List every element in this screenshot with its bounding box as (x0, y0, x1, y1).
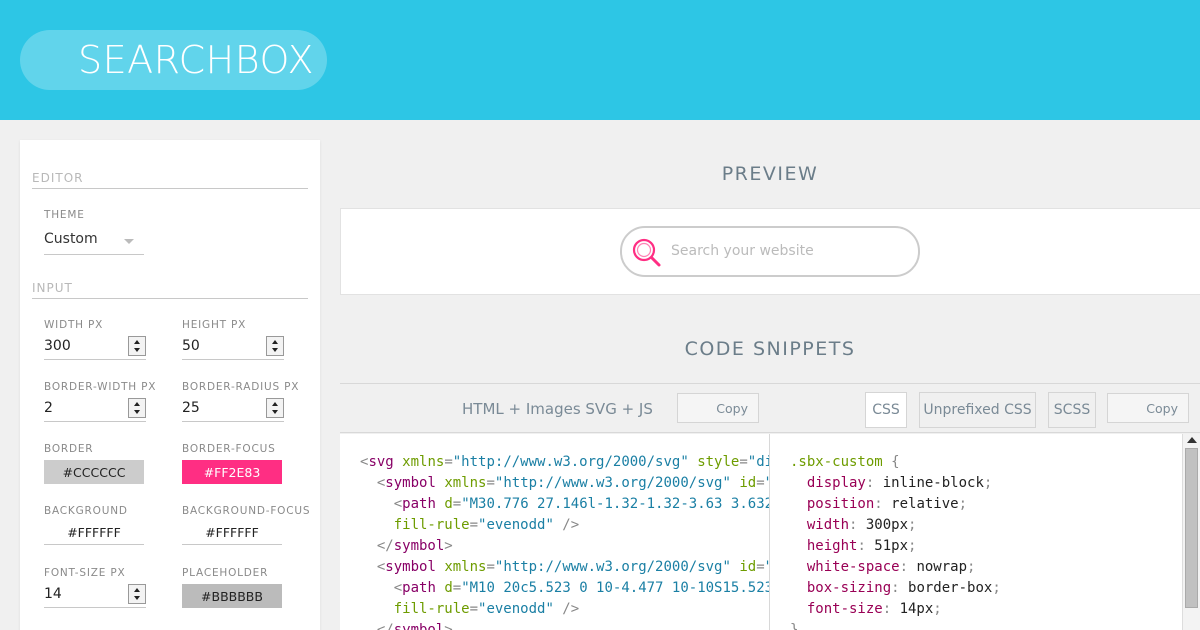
arrow-down-icon (134, 348, 140, 352)
code-line: white-space: nowrap; (806, 559, 976, 575)
code-line: <path d="M10 20c5.523 0 10-4.477 10-10S1… (393, 580, 770, 596)
border-width-label: BORDER-WIDTH PX (44, 381, 157, 393)
copy-css-button[interactable]: Copy (1107, 393, 1189, 423)
search-placeholder: Search your website (671, 243, 814, 259)
code-line: box-sizing: border-box; (806, 580, 1001, 596)
theme-select-value: Custom (44, 231, 98, 247)
placeholder-label: PLACEHOLDER (182, 567, 269, 579)
theme-select[interactable]: Custom (44, 231, 144, 255)
code-line: width: 300px; (806, 517, 917, 533)
input-section-title: INPUT (32, 281, 308, 299)
font-size-stepper[interactable] (128, 584, 146, 604)
border-radius-label: BORDER-RADIUS PX (182, 381, 300, 393)
height-label: HEIGHT PX (182, 319, 247, 331)
font-size-input[interactable]: 14 (44, 584, 146, 608)
border-color-swatch[interactable]: #CCCCCC (44, 460, 144, 484)
border-radius-stepper[interactable] (266, 398, 284, 418)
arrow-up-icon (272, 340, 278, 344)
arrow-up-icon (272, 402, 278, 406)
code-line: position: relative; (806, 496, 968, 512)
background-focus-label: BACKGROUND-FOCUS (182, 505, 311, 517)
code-line: fill-rule="evenodd" /> (393, 517, 580, 533)
arrow-down-icon (272, 348, 278, 352)
code-line: <symbol xmlns="http://www.w3.org/2000/sv… (376, 475, 769, 491)
border-width-value: 2 (44, 400, 53, 416)
arrow-down-icon (134, 596, 140, 600)
arrow-up-icon (134, 340, 140, 344)
border-focus-color-swatch[interactable]: #FF2E83 (182, 460, 282, 484)
arrow-up-icon (134, 588, 140, 592)
border-width-input[interactable]: 2 (44, 398, 146, 422)
background-label: BACKGROUND (44, 505, 128, 517)
arrow-up-icon (134, 402, 140, 406)
css-code-scrollbar[interactable] (1182, 434, 1200, 630)
height-value: 50 (182, 338, 200, 354)
preview-title: PREVIEW (721, 163, 819, 185)
background-color-field[interactable]: #FFFFFF (44, 521, 144, 545)
app-logo: SEARCHBOX (78, 38, 314, 82)
tab-unprefixed-css[interactable]: Unprefixed CSS (919, 392, 1036, 428)
height-input[interactable]: 50 (182, 336, 284, 360)
code-line: } (790, 622, 799, 630)
scrollbar-thumb[interactable] (1185, 448, 1198, 608)
code-line: fill-rule="evenodd" /> (393, 601, 580, 617)
border-focus-label: BORDER-FOCUS (182, 443, 276, 455)
code-line: .sbx-custom { (790, 454, 900, 470)
theme-label: THEME (44, 209, 85, 221)
arrow-down-icon (134, 410, 140, 414)
code-line: </symbol> (376, 538, 453, 554)
width-label: WIDTH PX (44, 319, 104, 331)
border-width-stepper[interactable] (128, 398, 146, 418)
tab-css[interactable]: CSS (865, 392, 907, 428)
tab-scss[interactable]: SCSS (1048, 392, 1096, 428)
code-line: font-size: 14px; (806, 601, 942, 617)
font-size-value: 14 (44, 586, 62, 602)
code-line: height: 51px; (806, 538, 917, 554)
code-line: display: inline-block; (806, 475, 993, 491)
border-radius-input[interactable]: 25 (182, 398, 284, 422)
height-stepper[interactable] (266, 336, 284, 356)
font-size-label: FONT-SIZE PX (44, 567, 126, 579)
code-line: </symbol> (376, 622, 453, 630)
code-line: <path d="M30.776 27.146l-1.32-1.32-3.63 … (393, 496, 770, 512)
magnifier-icon (632, 238, 661, 267)
width-value: 300 (44, 338, 71, 354)
editor-sidebar: EDITOR THEME Custom INPUT WIDTH PX 300 H… (20, 140, 320, 630)
arrow-down-icon (272, 410, 278, 414)
width-stepper[interactable] (128, 336, 146, 356)
border-label: BORDER (44, 443, 94, 455)
code-line: <symbol xmlns="http://www.w3.org/2000/sv… (376, 559, 769, 575)
width-input[interactable]: 300 (44, 336, 146, 360)
editor-section-title: EDITOR (32, 171, 308, 189)
tab-html-svg-js[interactable]: HTML + Images SVG + JS (462, 400, 653, 418)
chevron-down-icon (124, 239, 134, 244)
preview-searchbox[interactable]: Search your website (620, 226, 920, 277)
css-code-snippet[interactable]: .sbx-custom { display: inline-block; pos… (770, 434, 1182, 630)
code-snippets-title: CODE SNIPPETS (684, 338, 856, 360)
code-line: <svg xmlns="http://www.w3.org/2000/svg" … (360, 454, 769, 470)
placeholder-color-swatch[interactable]: #BBBBBB (182, 584, 282, 608)
background-focus-color-field[interactable]: #FFFFFF (182, 521, 282, 545)
border-radius-value: 25 (182, 400, 200, 416)
scroll-up-icon[interactable] (1187, 437, 1197, 443)
copy-html-button[interactable]: Copy (677, 393, 759, 423)
html-code-snippet[interactable]: <svg xmlns="http://www.w3.org/2000/svg" … (340, 434, 770, 630)
